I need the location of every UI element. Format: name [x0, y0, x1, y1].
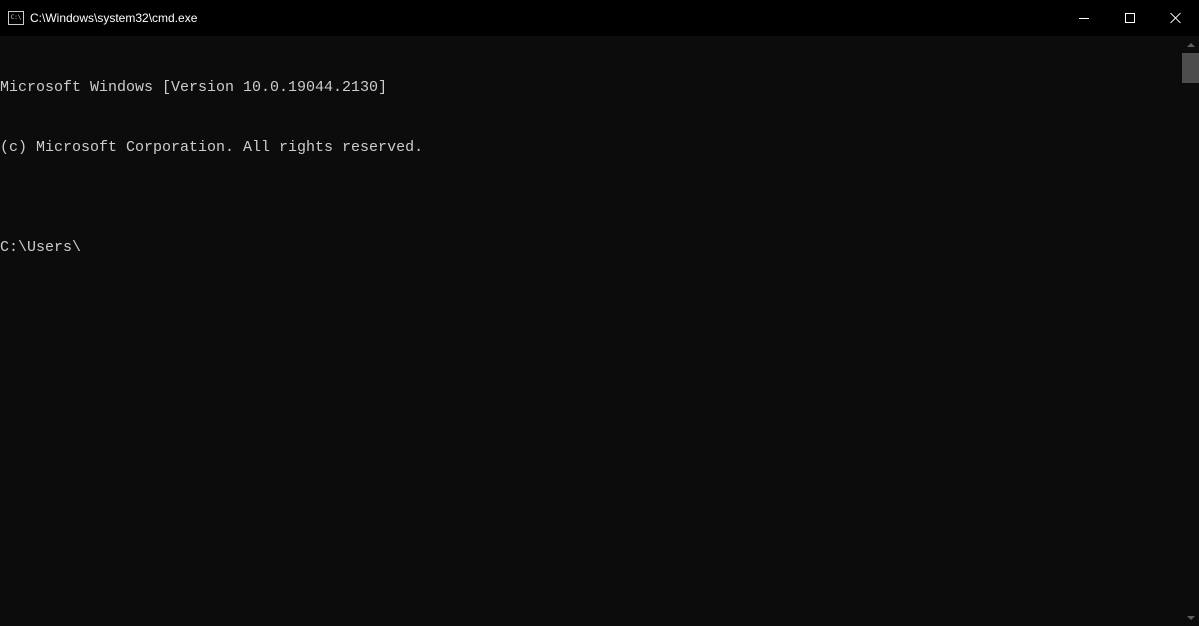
window-controls [1061, 0, 1199, 36]
scroll-down-arrow-icon[interactable] [1182, 609, 1199, 626]
scroll-up-arrow-icon[interactable] [1182, 36, 1199, 53]
terminal-prompt: C:\Users\ [0, 238, 1199, 258]
terminal-area[interactable]: Microsoft Windows [Version 10.0.19044.21… [0, 36, 1199, 626]
maximize-button[interactable] [1107, 0, 1153, 36]
maximize-icon [1125, 13, 1135, 23]
terminal-output-line: (c) Microsoft Corporation. All rights re… [0, 138, 1199, 158]
minimize-button[interactable] [1061, 0, 1107, 36]
terminal-output-line: Microsoft Windows [Version 10.0.19044.21… [0, 78, 1199, 98]
terminal-content: Microsoft Windows [Version 10.0.19044.21… [0, 36, 1199, 298]
minimize-icon [1079, 18, 1089, 19]
close-icon [1170, 12, 1182, 24]
window-title: C:\Windows\system32\cmd.exe [30, 11, 197, 25]
cmd-icon [8, 11, 24, 25]
title-left: C:\Windows\system32\cmd.exe [8, 11, 197, 25]
scrollbar-thumb[interactable] [1182, 53, 1199, 83]
vertical-scrollbar[interactable] [1182, 36, 1199, 626]
title-bar[interactable]: C:\Windows\system32\cmd.exe [0, 0, 1199, 36]
close-button[interactable] [1153, 0, 1199, 36]
